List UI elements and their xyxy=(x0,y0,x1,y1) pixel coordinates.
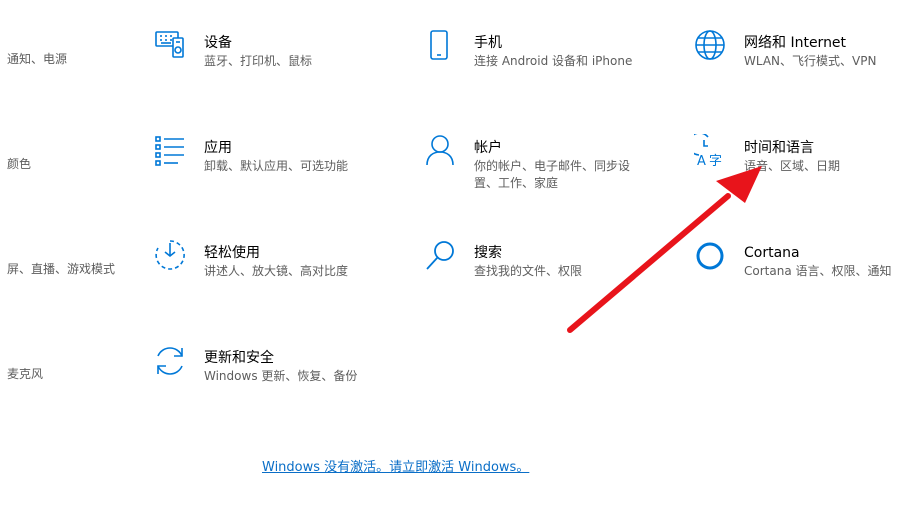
tile-title: 帐户 xyxy=(474,140,502,156)
search-icon xyxy=(424,239,458,273)
tile-desc: WLAN、飞行模式、VPN xyxy=(744,54,877,68)
tile-title: 轻松使用 xyxy=(204,245,260,261)
tile-desc: 你的帐户、电子邮件、同步设置、工作、家庭 xyxy=(474,159,631,190)
tile-title: Cortana xyxy=(744,245,800,261)
tile-devices[interactable]: 设备 蓝牙、打印机、鼠标 xyxy=(154,31,313,70)
tile-search[interactable]: 搜索 查找我的文件、权限 xyxy=(424,241,583,280)
tile-ease-of-access[interactable]: 轻松使用 讲述人、放大镜、高对比度 xyxy=(154,240,349,280)
activate-windows-link[interactable]: Windows 没有激活。请立即激活 Windows。 xyxy=(262,456,529,475)
tile-time-language[interactable]: A 字 时间和语言 语音、区域、日期 xyxy=(694,134,841,175)
left-column-desc-notifications: 通知、电源 xyxy=(7,52,68,66)
tile-desc: Windows 更新、恢复、备份 xyxy=(204,369,358,383)
update-sync-icon xyxy=(154,344,188,378)
cortana-icon xyxy=(694,239,728,273)
tile-update-security[interactable]: 更新和安全 Windows 更新、恢复、备份 xyxy=(154,347,358,385)
left-column-desc-microphone: 麦克风 xyxy=(7,367,44,381)
tile-cortana[interactable]: Cortana Cortana 语言、权限、通知 xyxy=(694,242,892,280)
tile-desc: Cortana 语言、权限、通知 xyxy=(744,264,892,278)
tile-title: 搜索 xyxy=(474,245,502,261)
tile-title: 应用 xyxy=(204,140,232,156)
person-icon xyxy=(424,134,458,168)
tile-phone[interactable]: 手机 连接 Android 设备和 iPhone xyxy=(424,30,633,70)
tile-desc: 语音、区域、日期 xyxy=(744,159,841,173)
globe-icon xyxy=(694,29,728,63)
tile-title: 更新和安全 xyxy=(204,350,274,366)
keyboard-device-icon xyxy=(154,29,188,63)
tile-accounts[interactable]: 帐户 你的帐户、电子邮件、同步设置、工作、家庭 xyxy=(424,135,639,192)
tile-title: 设备 xyxy=(204,35,232,51)
svg-text:字: 字 xyxy=(709,154,722,168)
tile-title: 手机 xyxy=(474,35,502,51)
time-language-icon: A 字 xyxy=(694,134,728,168)
tile-desc: 卸载、默认应用、可选功能 xyxy=(204,159,349,173)
tile-desc: 连接 Android 设备和 iPhone xyxy=(474,54,633,68)
left-column-desc-gaming: 屏、直播、游戏模式 xyxy=(7,262,116,276)
apps-list-icon xyxy=(154,134,188,168)
tile-desc: 讲述人、放大镜、高对比度 xyxy=(204,264,349,278)
tile-desc: 蓝牙、打印机、鼠标 xyxy=(204,54,313,68)
tile-network-internet[interactable]: 网络和 Internet WLAN、飞行模式、VPN xyxy=(694,30,877,70)
ease-of-access-icon xyxy=(154,239,188,273)
svg-text:A: A xyxy=(697,154,706,168)
tile-title: 时间和语言 xyxy=(744,140,814,156)
tile-apps[interactable]: 应用 卸载、默认应用、可选功能 xyxy=(154,136,349,175)
phone-icon xyxy=(424,29,458,63)
tile-title: 网络和 Internet xyxy=(744,35,847,51)
left-column-desc-colors: 颜色 xyxy=(7,157,32,171)
tile-desc: 查找我的文件、权限 xyxy=(474,264,583,278)
